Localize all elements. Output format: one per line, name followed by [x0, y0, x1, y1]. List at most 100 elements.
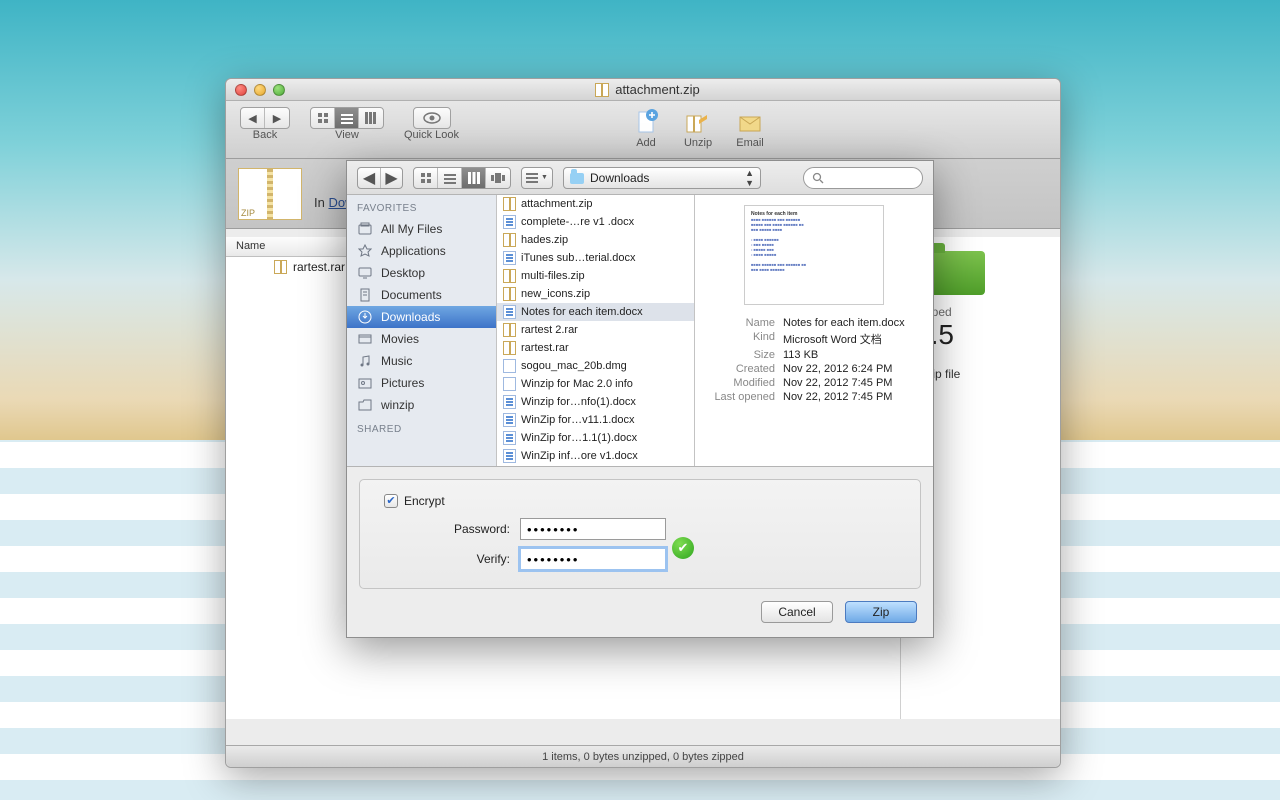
- file-row[interactable]: sogou_mac_20b.dmg: [497, 357, 694, 375]
- sidebar-item-documents[interactable]: Documents: [347, 284, 496, 306]
- sidebar-item-label: Music: [381, 354, 412, 368]
- file-row[interactable]: rartest 2.rar: [497, 321, 694, 339]
- file-name: Winzip for…nfo(1).docx: [521, 396, 636, 408]
- meta-val-kind: Microsoft Word 文档: [783, 331, 921, 347]
- music-icon: [357, 353, 373, 369]
- file-column[interactable]: attachment.zip complete-…re v1 .docx had…: [497, 195, 695, 466]
- zip-sheet-dialog: ◀ ▶ ▼ Downloads ▲▼ FAVORITES All My File…: [346, 160, 934, 638]
- preview-thumbnail: Notes for each item ■■■■ ■■■■■■ ■■■ ■■■■…: [744, 205, 884, 305]
- sidebar-header-favorites: FAVORITES: [347, 195, 496, 218]
- file-name: rartest.rar: [521, 342, 569, 354]
- sidebar-item-label: Desktop: [381, 266, 425, 280]
- file-row[interactable]: complete-…re v1 .docx: [497, 213, 694, 231]
- zip-button[interactable]: Zip: [845, 601, 917, 623]
- file-name: multi-files.zip: [521, 270, 585, 282]
- forward-button[interactable]: ▶: [265, 108, 289, 128]
- encrypt-checkbox[interactable]: [384, 494, 398, 508]
- file-row[interactable]: rartest.rar: [497, 339, 694, 357]
- docx-icon: [503, 395, 516, 409]
- sidebar-item-movies[interactable]: Movies: [347, 328, 496, 350]
- allmyfiles-icon: [357, 221, 373, 237]
- meta-key-kind: Kind: [707, 331, 775, 347]
- view-icons-button[interactable]: [311, 108, 335, 128]
- docx-icon: [503, 305, 516, 319]
- file-row-selected[interactable]: Notes for each item.docx: [497, 303, 694, 321]
- zip-file-icon: ZIP: [238, 168, 302, 220]
- encrypt-panel: Encrypt Password: Verify: ✔: [359, 479, 921, 589]
- sheet-back-button[interactable]: ◀: [358, 168, 380, 188]
- zip-icon: [503, 233, 516, 247]
- sidebar-item-label: Pictures: [381, 376, 424, 390]
- sidebar-item-label: Downloads: [381, 310, 440, 324]
- rar-icon: [503, 323, 516, 337]
- sheet-nav[interactable]: ◀ ▶: [357, 167, 403, 189]
- sidebar-item-desktop[interactable]: Desktop: [347, 262, 496, 284]
- file-row[interactable]: iTunes sub…terial.docx: [497, 249, 694, 267]
- sidebar-item-allmyfiles[interactable]: All My Files: [347, 218, 496, 240]
- sidebar-item-winzip[interactable]: winzip: [347, 394, 496, 416]
- email-button[interactable]: [734, 107, 766, 137]
- toolbar-quicklook: Quick Look: [404, 107, 459, 141]
- encrypt-checkbox-row: Encrypt: [384, 494, 896, 508]
- file-row[interactable]: WinZip for…1.1(1).docx: [497, 429, 694, 447]
- preview-metadata: NameNotes for each item.docx KindMicroso…: [707, 317, 921, 403]
- view-columns-button[interactable]: [359, 108, 383, 128]
- sidebar-item-downloads[interactable]: Downloads: [347, 306, 496, 328]
- add-button[interactable]: [630, 107, 662, 137]
- sidebar-item-label: Applications: [381, 244, 446, 258]
- sidebar-item-pictures[interactable]: Pictures: [347, 372, 496, 394]
- file-name: attachment.zip: [521, 198, 593, 210]
- sheet-view-coverflow[interactable]: [486, 168, 510, 188]
- meta-val-modified: Nov 22, 2012 7:45 PM: [783, 377, 921, 389]
- status-bar: 1 items, 0 bytes unzipped, 0 bytes zippe…: [226, 745, 1060, 767]
- sidebar-item-label: Documents: [381, 288, 442, 302]
- sheet-view-seg[interactable]: [413, 167, 511, 189]
- file-row[interactable]: Winzip for…nfo(1).docx: [497, 393, 694, 411]
- sidebar-item-label: Movies: [381, 332, 419, 346]
- zip-icon: [503, 287, 516, 301]
- password-match-icon: ✔: [672, 537, 694, 559]
- unzip-button[interactable]: [682, 107, 714, 137]
- toolbar: ◀ ▶ Back View Quick Look Add Unzip: [226, 101, 1060, 159]
- meta-val-name: Notes for each item.docx: [783, 317, 921, 329]
- password-input[interactable]: [520, 518, 666, 540]
- file-name: sogou_mac_20b.dmg: [521, 360, 627, 372]
- folder-icon: [570, 173, 584, 184]
- meta-val-size: 113 KB: [783, 349, 921, 361]
- file-name: iTunes sub…terial.docx: [521, 252, 636, 264]
- sidebar-item-music[interactable]: Music: [347, 350, 496, 372]
- file-row[interactable]: multi-files.zip: [497, 267, 694, 285]
- titlebar[interactable]: attachment.zip: [226, 79, 1060, 101]
- applications-icon: [357, 243, 373, 259]
- view-seg[interactable]: [310, 107, 384, 129]
- back-forward-seg[interactable]: ◀ ▶: [240, 107, 290, 129]
- file-row[interactable]: new_icons.zip: [497, 285, 694, 303]
- file-row[interactable]: hades.zip: [497, 231, 694, 249]
- directory-select[interactable]: Downloads ▲▼: [563, 167, 761, 189]
- password-label: Password:: [440, 522, 510, 536]
- cancel-button[interactable]: Cancel: [761, 601, 833, 623]
- sidebar-item-label: All My Files: [381, 222, 442, 236]
- sheet-view-columns[interactable]: [462, 168, 486, 188]
- docx-icon: [503, 431, 516, 445]
- sheet-view-icons[interactable]: [414, 168, 438, 188]
- verify-input[interactable]: [520, 548, 666, 570]
- sheet-search[interactable]: [803, 167, 923, 189]
- sheet-arrange-button[interactable]: ▼: [522, 168, 552, 188]
- view-list-button[interactable]: [335, 108, 359, 128]
- file-row[interactable]: WinZip for…v11.1.docx: [497, 411, 694, 429]
- movies-icon: [357, 331, 373, 347]
- sheet-forward-button[interactable]: ▶: [380, 168, 402, 188]
- sheet-arrange-seg[interactable]: ▼: [521, 167, 553, 189]
- toolbar-unzip-label: Unzip: [684, 137, 712, 149]
- back-button[interactable]: ◀: [241, 108, 265, 128]
- quicklook-button[interactable]: [413, 107, 451, 129]
- dmg-icon: [503, 359, 516, 373]
- sidebar-item-applications[interactable]: Applications: [347, 240, 496, 262]
- file-row[interactable]: Winzip for Mac 2.0 info: [497, 375, 694, 393]
- zip-icon: [503, 197, 516, 211]
- file-row[interactable]: WinZip inf…ore v1.docx: [497, 447, 694, 465]
- file-row[interactable]: attachment.zip: [497, 195, 694, 213]
- sheet-view-list[interactable]: [438, 168, 462, 188]
- sheet-body: FAVORITES All My Files Applications Desk…: [347, 195, 933, 467]
